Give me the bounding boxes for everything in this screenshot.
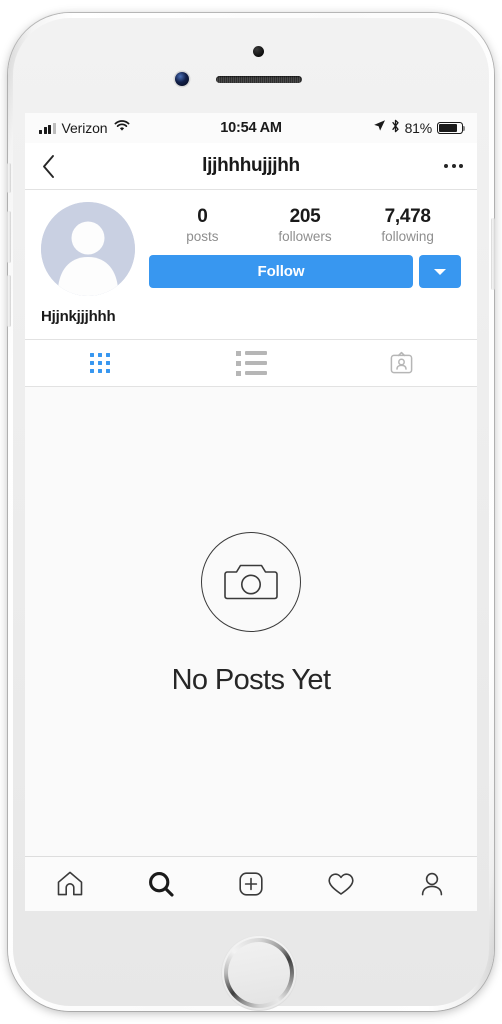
chevron-down-icon xyxy=(434,268,446,275)
posts-count: 0 xyxy=(197,206,208,227)
more-options-button[interactable] xyxy=(444,164,463,168)
follow-options-button[interactable] xyxy=(419,255,461,289)
new-post-tab[interactable] xyxy=(206,857,296,911)
list-icon xyxy=(235,350,267,376)
profile-tab-bar xyxy=(25,339,477,387)
proximity-sensor-icon xyxy=(253,46,264,57)
profile-header-row: 0 posts 205 followers 7,478 following Fo… xyxy=(41,202,461,296)
stat-posts[interactable]: 0 posts xyxy=(151,206,254,245)
posts-label: posts xyxy=(186,228,219,244)
follow-button[interactable]: Follow xyxy=(149,255,413,289)
status-bar: Verizon 10:54 AM 81% xyxy=(25,113,477,143)
bluetooth-icon xyxy=(391,119,400,138)
camera-outline-icon xyxy=(201,532,301,632)
back-chevron-icon xyxy=(43,154,54,178)
list-view-tab[interactable] xyxy=(176,340,327,386)
volume-down-button[interactable] xyxy=(7,275,11,327)
person-icon xyxy=(421,872,443,896)
status-bar-left: Verizon xyxy=(39,119,251,137)
volume-up-button[interactable] xyxy=(7,211,11,263)
front-camera-icon xyxy=(175,72,189,86)
location-arrow-icon xyxy=(373,119,386,137)
empty-state: No Posts Yet xyxy=(25,387,477,842)
profile-details: 0 posts 205 followers 7,478 following Fo… xyxy=(135,202,461,289)
stat-followers[interactable]: 205 followers xyxy=(254,206,357,245)
profile-stats: 0 posts 205 followers 7,478 following xyxy=(149,206,461,255)
empty-state-text: No Posts Yet xyxy=(171,664,331,696)
profile-actions: Follow xyxy=(149,255,461,289)
battery-percent-label: 81% xyxy=(404,120,433,136)
battery-icon xyxy=(437,121,466,135)
bottom-navigation-bar xyxy=(25,856,477,911)
tagged-badge-icon xyxy=(390,351,413,373)
heart-icon xyxy=(328,873,355,895)
grid-icon xyxy=(90,353,111,373)
mute-switch[interactable] xyxy=(7,163,11,193)
phone-screen: Verizon 10:54 AM 81% ljjhhhujjjhh 0 post… xyxy=(25,113,477,911)
search-icon xyxy=(148,872,174,897)
followers-count: 205 xyxy=(289,206,321,227)
search-tab[interactable] xyxy=(115,857,205,911)
default-avatar-icon xyxy=(41,202,135,296)
profile-tab[interactable] xyxy=(387,857,477,911)
wifi-icon xyxy=(114,119,130,137)
display-name: Hjjnkjjjhhh xyxy=(41,308,116,325)
power-button[interactable] xyxy=(491,218,495,290)
tagged-posts-tab[interactable] xyxy=(326,340,477,386)
profile-section: 0 posts 205 followers 7,478 following Fo… xyxy=(25,190,477,339)
navigation-header: ljjhhhujjjhh xyxy=(25,143,477,190)
back-button[interactable] xyxy=(41,149,67,183)
following-count: 7,478 xyxy=(384,206,431,227)
carrier-label: Verizon xyxy=(61,120,108,136)
home-icon xyxy=(57,871,83,896)
earpiece-speaker-icon xyxy=(216,76,302,83)
more-options-icon xyxy=(444,164,448,168)
following-label: following xyxy=(381,228,434,244)
plus-square-icon xyxy=(239,872,263,896)
activity-tab[interactable] xyxy=(296,857,386,911)
home-button[interactable] xyxy=(221,935,297,1011)
followers-label: followers xyxy=(278,228,332,244)
stat-following[interactable]: 7,478 following xyxy=(356,206,459,245)
page-title: ljjhhhujjjhh xyxy=(202,155,300,176)
avatar[interactable] xyxy=(41,202,135,296)
home-tab[interactable] xyxy=(25,857,115,911)
grid-view-tab[interactable] xyxy=(25,340,176,386)
status-bar-right: 81% xyxy=(251,119,466,138)
cellular-signal-icon xyxy=(39,122,56,134)
